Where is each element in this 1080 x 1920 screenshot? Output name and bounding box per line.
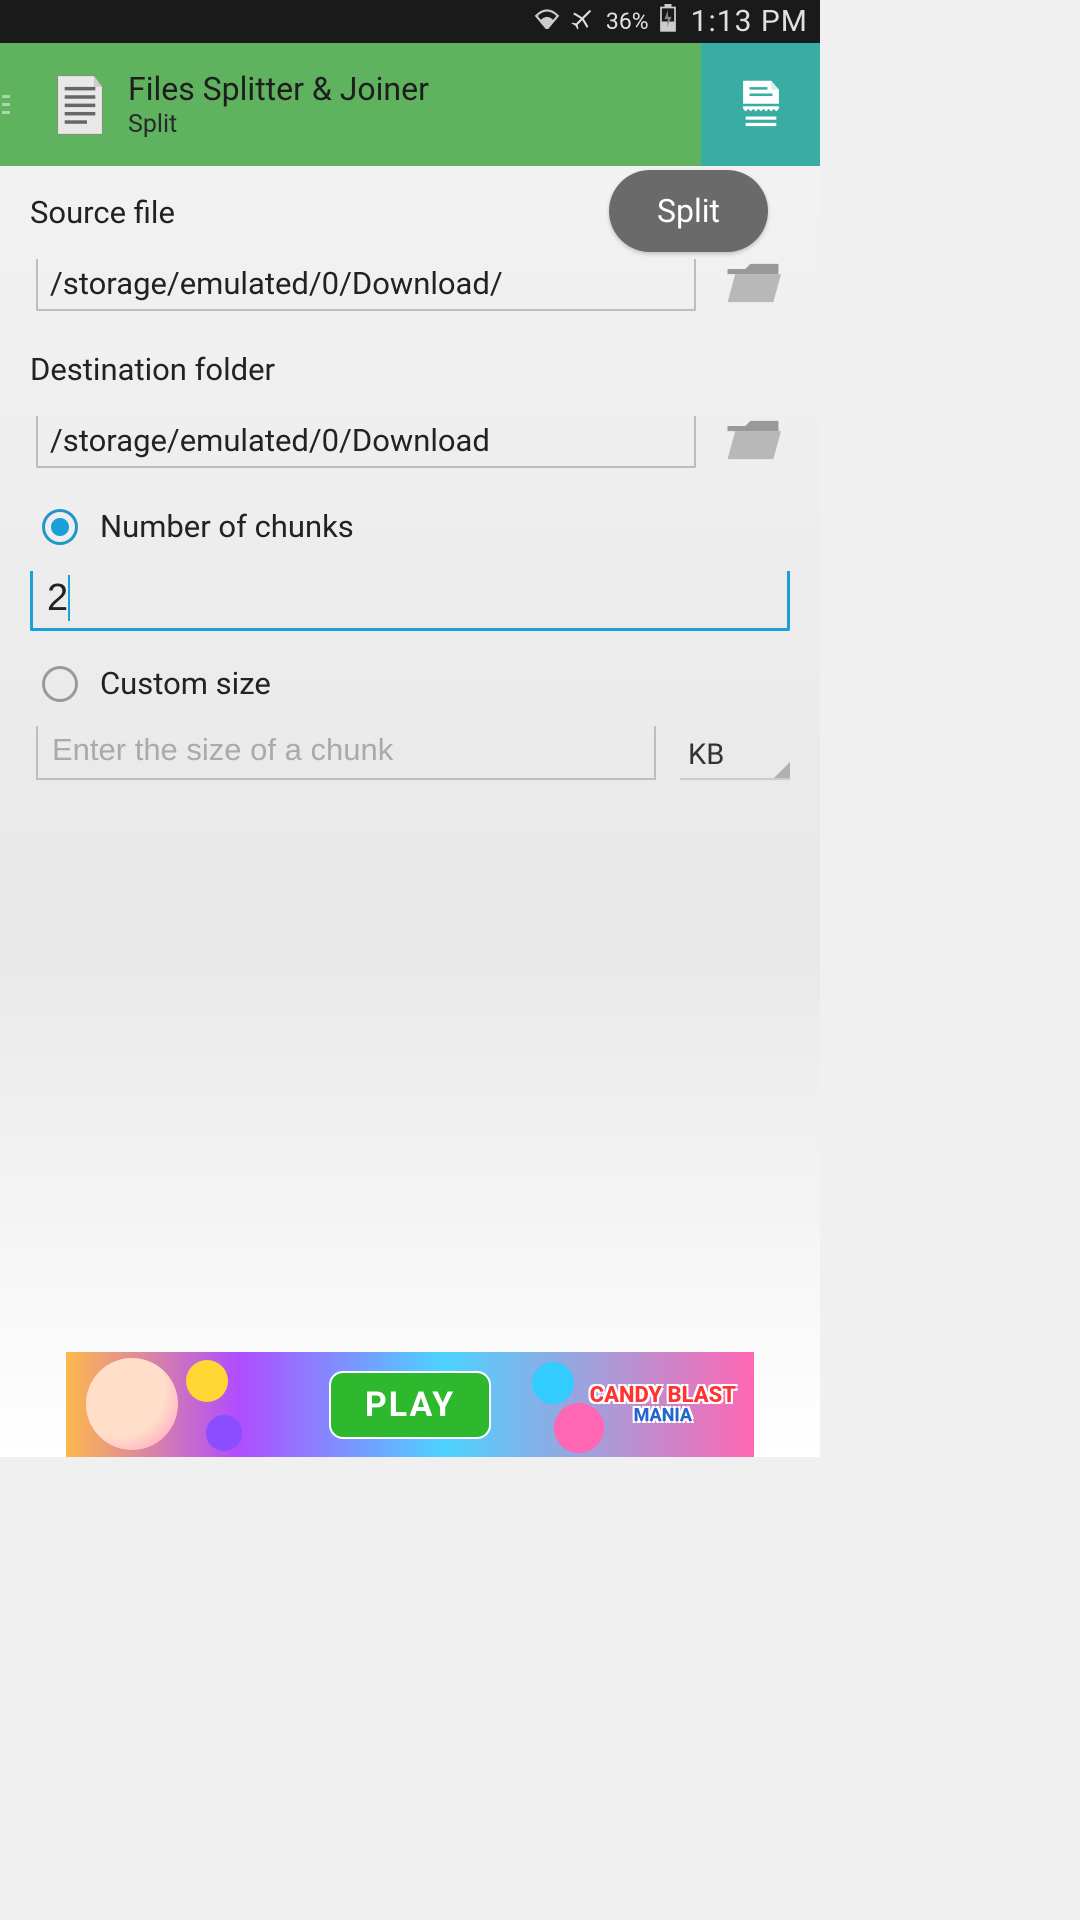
content-area: Split Source file /storage/emulated/0/Do… <box>0 166 820 1457</box>
ad-banner[interactable]: PLAY CANDY BLAST MANIA <box>66 1352 754 1457</box>
browse-source-button[interactable] <box>722 259 784 307</box>
battery-icon <box>659 4 677 39</box>
text-cursor <box>68 575 70 621</box>
wifi-icon <box>534 7 560 36</box>
ad-character-icon <box>86 1358 178 1450</box>
chunks-radio-row[interactable]: Number of chunks <box>42 508 790 545</box>
drawer-icon[interactable] <box>0 90 10 119</box>
ad-play-button[interactable]: PLAY <box>329 1371 491 1439</box>
custom-size-input[interactable] <box>36 726 656 780</box>
chunks-input[interactable] <box>30 571 790 631</box>
destination-folder-label: Destination folder <box>30 351 790 388</box>
app-bar: Files Splitter & Joiner Split <box>0 43 820 166</box>
custom-size-radio[interactable] <box>42 666 78 702</box>
custom-size-radio-row[interactable]: Custom size <box>42 665 790 702</box>
dropdown-triangle-icon <box>774 762 790 778</box>
source-file-input[interactable]: /storage/emulated/0/Download/ <box>36 259 696 311</box>
ad-candy-icon <box>206 1415 242 1451</box>
app-title: Files Splitter & Joiner <box>128 70 429 108</box>
size-unit-dropdown[interactable]: KB <box>680 732 790 780</box>
app-icon <box>46 71 114 139</box>
ad-candy-icon <box>186 1360 228 1402</box>
clock: 1:13 PM <box>691 4 808 39</box>
app-subtitle: Split <box>128 110 429 139</box>
size-unit-value: KB <box>688 738 724 772</box>
browse-destination-button[interactable] <box>722 416 784 464</box>
airplane-icon <box>570 5 596 38</box>
destination-folder-input[interactable]: /storage/emulated/0/Download <box>36 416 696 468</box>
chunks-radio-label: Number of chunks <box>100 508 354 545</box>
chunks-radio[interactable] <box>42 509 78 545</box>
shred-button[interactable] <box>701 43 820 166</box>
ad-brand-text: CANDY BLAST MANIA <box>590 1385 736 1425</box>
status-bar: 36% 1:13 PM <box>0 0 820 43</box>
battery-percent: 36% <box>606 8 649 35</box>
ad-candy-icon <box>532 1362 574 1404</box>
split-button[interactable]: Split <box>609 170 768 252</box>
custom-size-radio-label: Custom size <box>100 665 271 702</box>
